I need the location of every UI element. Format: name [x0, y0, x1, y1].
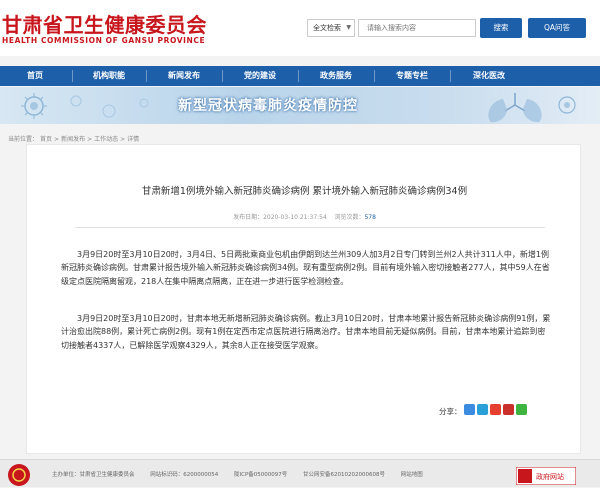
nav-item-services[interactable]: 政务服务 — [300, 66, 372, 86]
site-logo-subtitle: HEALTH COMMISSION OF GANSU PROVINCE — [2, 36, 206, 45]
article-meta: 发布日期：2020-03-10 21:37:54 浏览次数：578 — [27, 212, 582, 221]
nav-item-reform[interactable]: 深化医改 — [452, 66, 526, 86]
breadcrumb-news[interactable]: 新闻发布 — [61, 136, 85, 143]
share-label: 分享： — [439, 407, 462, 416]
article-panel: 甘肃新增1例境外输入新冠肺炎确诊病例 累计境外输入新冠肺炎确诊病例34例 发布日… — [26, 144, 581, 454]
article-date: 发布日期：2020-03-10 21:37:54 — [233, 214, 327, 221]
share-renren-icon[interactable] — [503, 404, 514, 415]
article-paragraph: 3月9日20时至3月10日20时，甘肃本地无新增新冠肺炎确诊病例。截止3月10日… — [61, 314, 551, 350]
divider — [75, 227, 545, 228]
epidemic-banner[interactable]: 新型冠状病毒肺炎疫情防控 — [0, 87, 600, 124]
breadcrumb-prefix: 当前位置： — [8, 136, 39, 143]
footer-police[interactable]: 甘公网安备62010202000608号 — [303, 472, 385, 478]
nav-divider — [146, 70, 147, 82]
nav-divider — [222, 70, 223, 82]
nav-item-functions[interactable]: 机构职能 — [74, 66, 144, 86]
breadcrumb: 当前位置： 首页 > 新闻发布 > 工作动态 > 详情 — [8, 136, 140, 143]
breadcrumb-home[interactable]: 首页 — [40, 136, 52, 143]
site-footer: 主办单位：甘肃省卫生健康委员会 网站标识码：6200000054 陇ICP备05… — [0, 459, 600, 487]
gov-site-badge-icon[interactable]: 政府网站 — [516, 467, 576, 485]
breadcrumb-work[interactable]: 工作动态 — [94, 136, 118, 143]
share-weibo-icon[interactable] — [490, 404, 501, 415]
banner-title: 新型冠状病毒肺炎疫情防控 — [178, 98, 358, 114]
article-paragraph: 3月9日20时至3月10日20时，3月4日、5日两批乘商业包机由伊朗到达兰州30… — [61, 250, 550, 286]
share-qzone-icon[interactable] — [477, 404, 488, 415]
footer-host: 主办单位：甘肃省卫生健康委员会 — [52, 472, 135, 478]
nav-item-party[interactable]: 党的建设 — [224, 66, 296, 86]
svg-text:政府网站: 政府网站 — [536, 472, 564, 481]
search-button[interactable]: 搜索 — [480, 18, 522, 38]
footer-site-id: 网站标识码：6200000054 — [150, 472, 219, 478]
site-logo-title[interactable]: 甘肃省卫生健康委员会 — [2, 9, 207, 38]
main-nav: 首页 机构职能 新闻发布 党的建设 政务服务 专题专栏 深化医改 — [0, 66, 600, 86]
footer-icp[interactable]: 陇ICP备05000097号 — [234, 472, 287, 478]
search-scope-select[interactable]: 全文检索 ▼ — [307, 19, 355, 37]
nav-divider — [72, 70, 73, 82]
share-more-icon[interactable] — [464, 404, 475, 415]
nav-item-home[interactable]: 首页 — [0, 66, 70, 86]
breadcrumb-detail: 详情 — [127, 136, 140, 143]
banner-decoration-icon — [21, 93, 149, 119]
search-input[interactable] — [358, 19, 476, 37]
lungs-icon — [488, 93, 576, 123]
chevron-down-icon: ▼ — [346, 24, 351, 31]
site-header: 甘肃省卫生健康委员会 HEALTH COMMISSION OF GANSU PR… — [0, 0, 600, 56]
nav-item-topics[interactable]: 专题专栏 — [376, 66, 448, 86]
party-emblem-icon[interactable] — [4, 462, 34, 488]
article-views: 578 — [364, 214, 376, 221]
search-scope-label: 全文检索 — [313, 24, 341, 32]
nav-item-news[interactable]: 新闻发布 — [148, 66, 220, 86]
footer-info: 主办单位：甘肃省卫生健康委员会 网站标识码：6200000054 陇ICP备05… — [52, 470, 423, 478]
nav-divider — [374, 70, 375, 82]
footer-sitemap[interactable]: 网站地图 — [401, 472, 423, 478]
article-views-label: 浏览次数： — [334, 214, 365, 221]
share-wechat-icon[interactable] — [516, 404, 527, 415]
qa-button[interactable]: QA问答 — [528, 18, 586, 38]
nav-divider — [298, 70, 299, 82]
nav-divider — [450, 70, 451, 82]
article-title: 甘肃新增1例境外输入新冠肺炎确诊病例 累计境外输入新冠肺炎确诊病例34例 — [141, 186, 468, 197]
